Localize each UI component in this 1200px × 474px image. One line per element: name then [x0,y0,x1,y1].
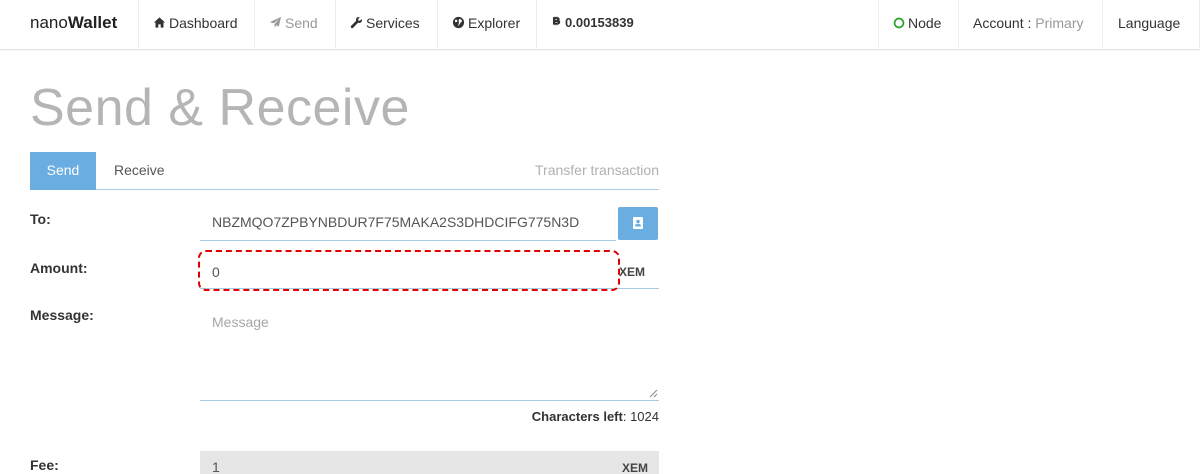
fee-label: Fee: [30,457,59,473]
home-icon [153,17,166,28]
wrench-icon [350,16,362,29]
address-book-button[interactable] [618,207,658,240]
fee-field: 1 XEM [200,451,659,474]
circle-status-icon [893,17,905,29]
nav-language[interactable]: Language [1102,0,1200,48]
nav-language-label: Language [1118,15,1181,31]
page-title: Send & Receive [30,79,410,137]
nav-send[interactable]: Send [254,0,332,48]
nav-account-name: Primary [1035,15,1084,31]
transaction-tabs: Send Receive Transfer transaction [30,152,659,190]
brand-bold: Wallet [67,13,118,32]
nav-balance[interactable]: 0.00153839 [536,0,647,48]
nav-dashboard[interactable]: Dashboard [138,0,252,48]
resize-handle-icon[interactable] [649,389,658,398]
brand-logo[interactable]: nanoWallet [30,0,117,48]
message-label: Message: [30,307,94,323]
nav-services-label: Services [366,15,420,31]
amount-label: Amount: [30,260,88,276]
tab-hint-text: Transfer transaction [535,162,659,178]
nav-send-label: Send [285,15,318,31]
recipient-address-field[interactable]: NBZMQO7ZPBYNBDUR7F75MAKA2S3DHDCIFG775N3D [200,205,616,241]
nav-explorer-label: Explorer [468,15,521,31]
tab-send[interactable]: Send [30,152,96,190]
nav-account-label: Account : [973,15,1032,31]
top-navbar: nanoWallet Dashboard Send Services Explo… [0,0,1200,50]
tab-receive[interactable]: Receive [99,152,180,190]
paper-plane-icon [269,16,282,28]
to-label: To: [30,211,51,227]
bitcoin-icon [552,16,561,26]
globe-icon [452,16,465,29]
nav-explorer[interactable]: Explorer [437,0,534,48]
message-textarea[interactable]: Message [200,305,659,401]
nav-services[interactable]: Services [335,0,434,48]
fee-value: 1 [212,459,220,474]
fee-unit: XEM [621,461,648,474]
amount-unit: XEM [619,265,646,279]
address-book-icon [633,217,643,229]
nav-account[interactable]: Account : Primary [958,0,1100,48]
recipient-address-value: NBZMQO7ZPBYNBDUR7F75MAKA2S3DHDCIFG775N3D [212,214,580,230]
characters-left: Characters left: 1024 [531,409,659,424]
characters-left-label: Characters left [531,409,623,424]
nav-balance-value: 0.00153839 [565,15,634,30]
brand-light: nano [30,13,68,32]
amount-highlight-box [198,250,620,291]
nav-node[interactable]: Node [878,0,955,48]
nav-node-label: Node [908,15,942,31]
message-placeholder: Message [212,314,269,330]
characters-left-value: 1024 [630,409,659,424]
nav-dashboard-label: Dashboard [169,15,238,31]
